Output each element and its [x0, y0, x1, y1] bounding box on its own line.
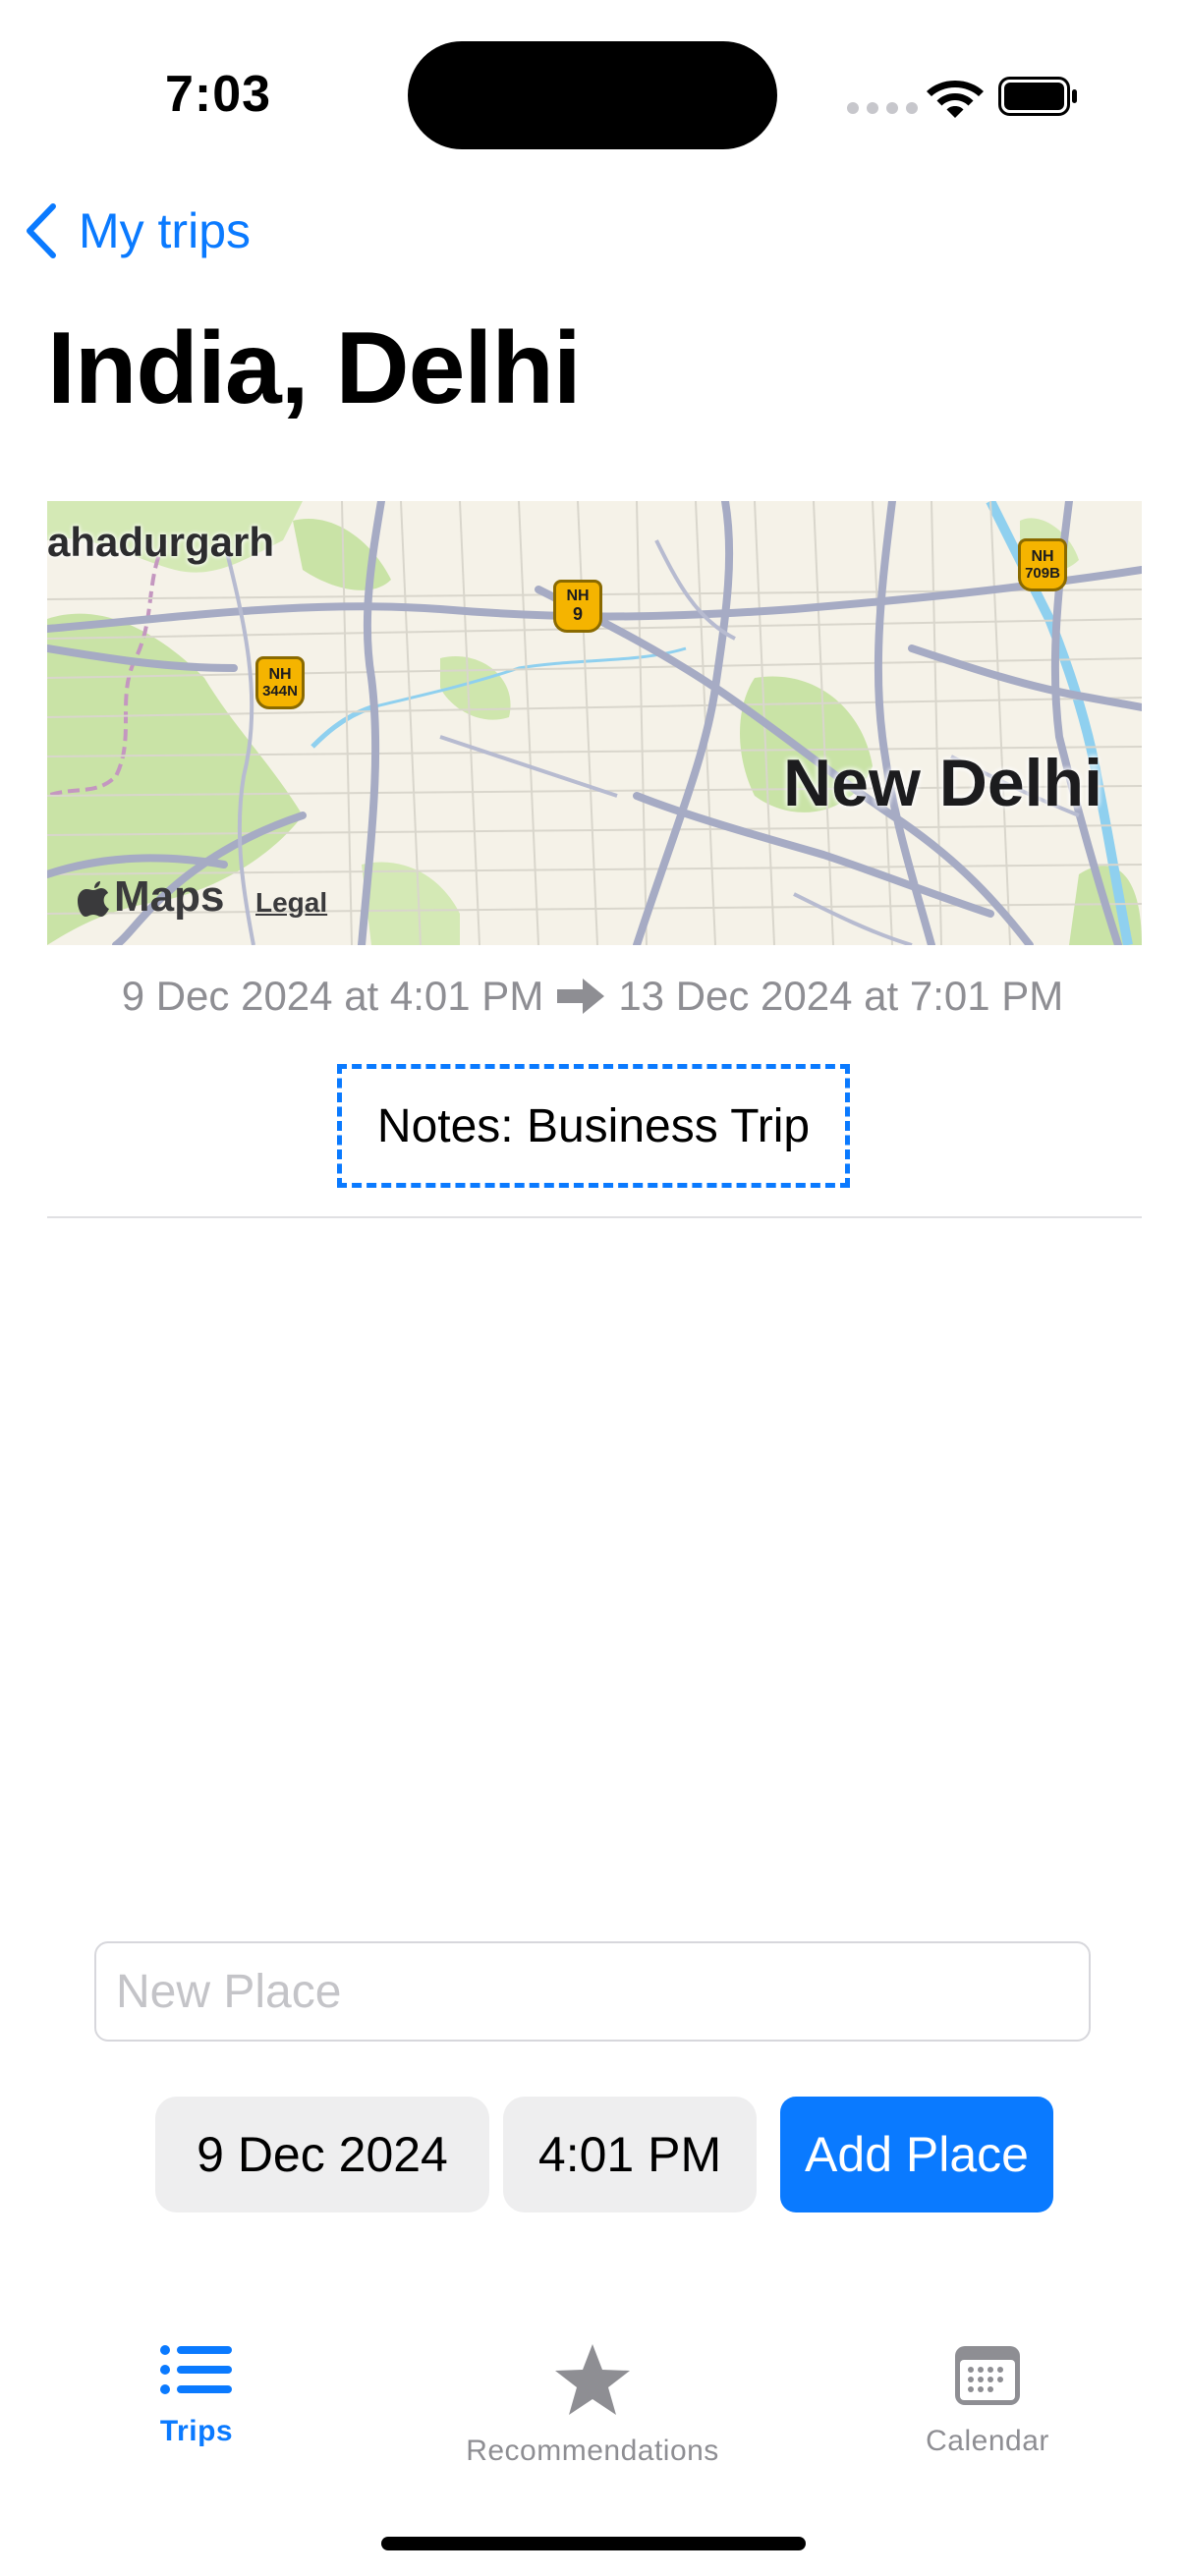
star-icon [555, 2344, 630, 2415]
trip-end: 13 Dec 2024 at 7:01 PM [618, 973, 1064, 1019]
back-button[interactable]: My trips [24, 196, 251, 265]
tab-trips-label: Trips [159, 2415, 234, 2447]
page-title: India, Delhi [47, 311, 582, 425]
signal-icon [847, 102, 918, 114]
time-picker[interactable]: 4:01 PM [503, 2097, 757, 2212]
battery-icon [998, 77, 1077, 116]
date-picker[interactable]: 9 Dec 2024 [155, 2097, 489, 2212]
status-time: 7:03 [165, 66, 272, 123]
trip-date-range: 9 Dec 2024 at 4:01 PM 13 Dec 2024 at 7:0… [0, 973, 1185, 1020]
trip-notes[interactable]: Notes: Business Trip [337, 1064, 850, 1188]
add-place-button[interactable]: Add Place [780, 2097, 1053, 2212]
arrow-right-icon [557, 979, 605, 1014]
map-view[interactable]: ahadurgarh NH 9 NH 344N NH 709B New Delh… [47, 501, 1142, 945]
highway-shield: NH 9 [553, 580, 602, 633]
map-legal-link[interactable]: Legal [255, 887, 327, 919]
home-indicator[interactable] [381, 2537, 806, 2550]
tab-recommendations[interactable]: Recommendations [432, 2342, 753, 2468]
screen: 7:03 My trips India, Delhi ahadurgarh NH… [0, 0, 1185, 2576]
shield-number: 709B [1025, 564, 1060, 582]
dynamic-island [408, 41, 777, 149]
map-city-label: New Delhi [783, 746, 1102, 820]
highway-shield: NH 344N [255, 656, 305, 709]
tab-recommendations-label: Recommendations [466, 2435, 719, 2467]
highway-shield: NH 709B [1018, 538, 1067, 591]
tab-calendar[interactable]: Calendar [894, 2342, 1081, 2458]
maps-logo: Maps [77, 872, 224, 922]
trip-start: 9 Dec 2024 at 4:01 PM [121, 973, 544, 1019]
shield-top: NH [566, 588, 590, 605]
tab-bar: Trips Recommendations Calendar [0, 2328, 1185, 2486]
tab-trips[interactable]: Trips [147, 2342, 246, 2448]
shield-top: NH [1031, 547, 1054, 565]
new-place-input[interactable] [94, 1941, 1091, 2042]
calendar-icon [955, 2346, 1020, 2405]
divider [47, 1216, 1142, 1218]
list-icon [160, 2345, 232, 2394]
shield-number: 9 [572, 603, 583, 624]
apple-logo-icon [78, 881, 109, 917]
wifi-icon [927, 81, 984, 118]
chevron-left-icon [27, 203, 56, 258]
shield-top: NH [268, 665, 292, 683]
back-button-label: My trips [79, 203, 251, 258]
maps-logo-text: Maps [114, 872, 225, 921]
map-town-label: ahadurgarh [47, 519, 275, 565]
shield-number: 344N [262, 682, 298, 700]
tab-calendar-label: Calendar [926, 2425, 1049, 2457]
